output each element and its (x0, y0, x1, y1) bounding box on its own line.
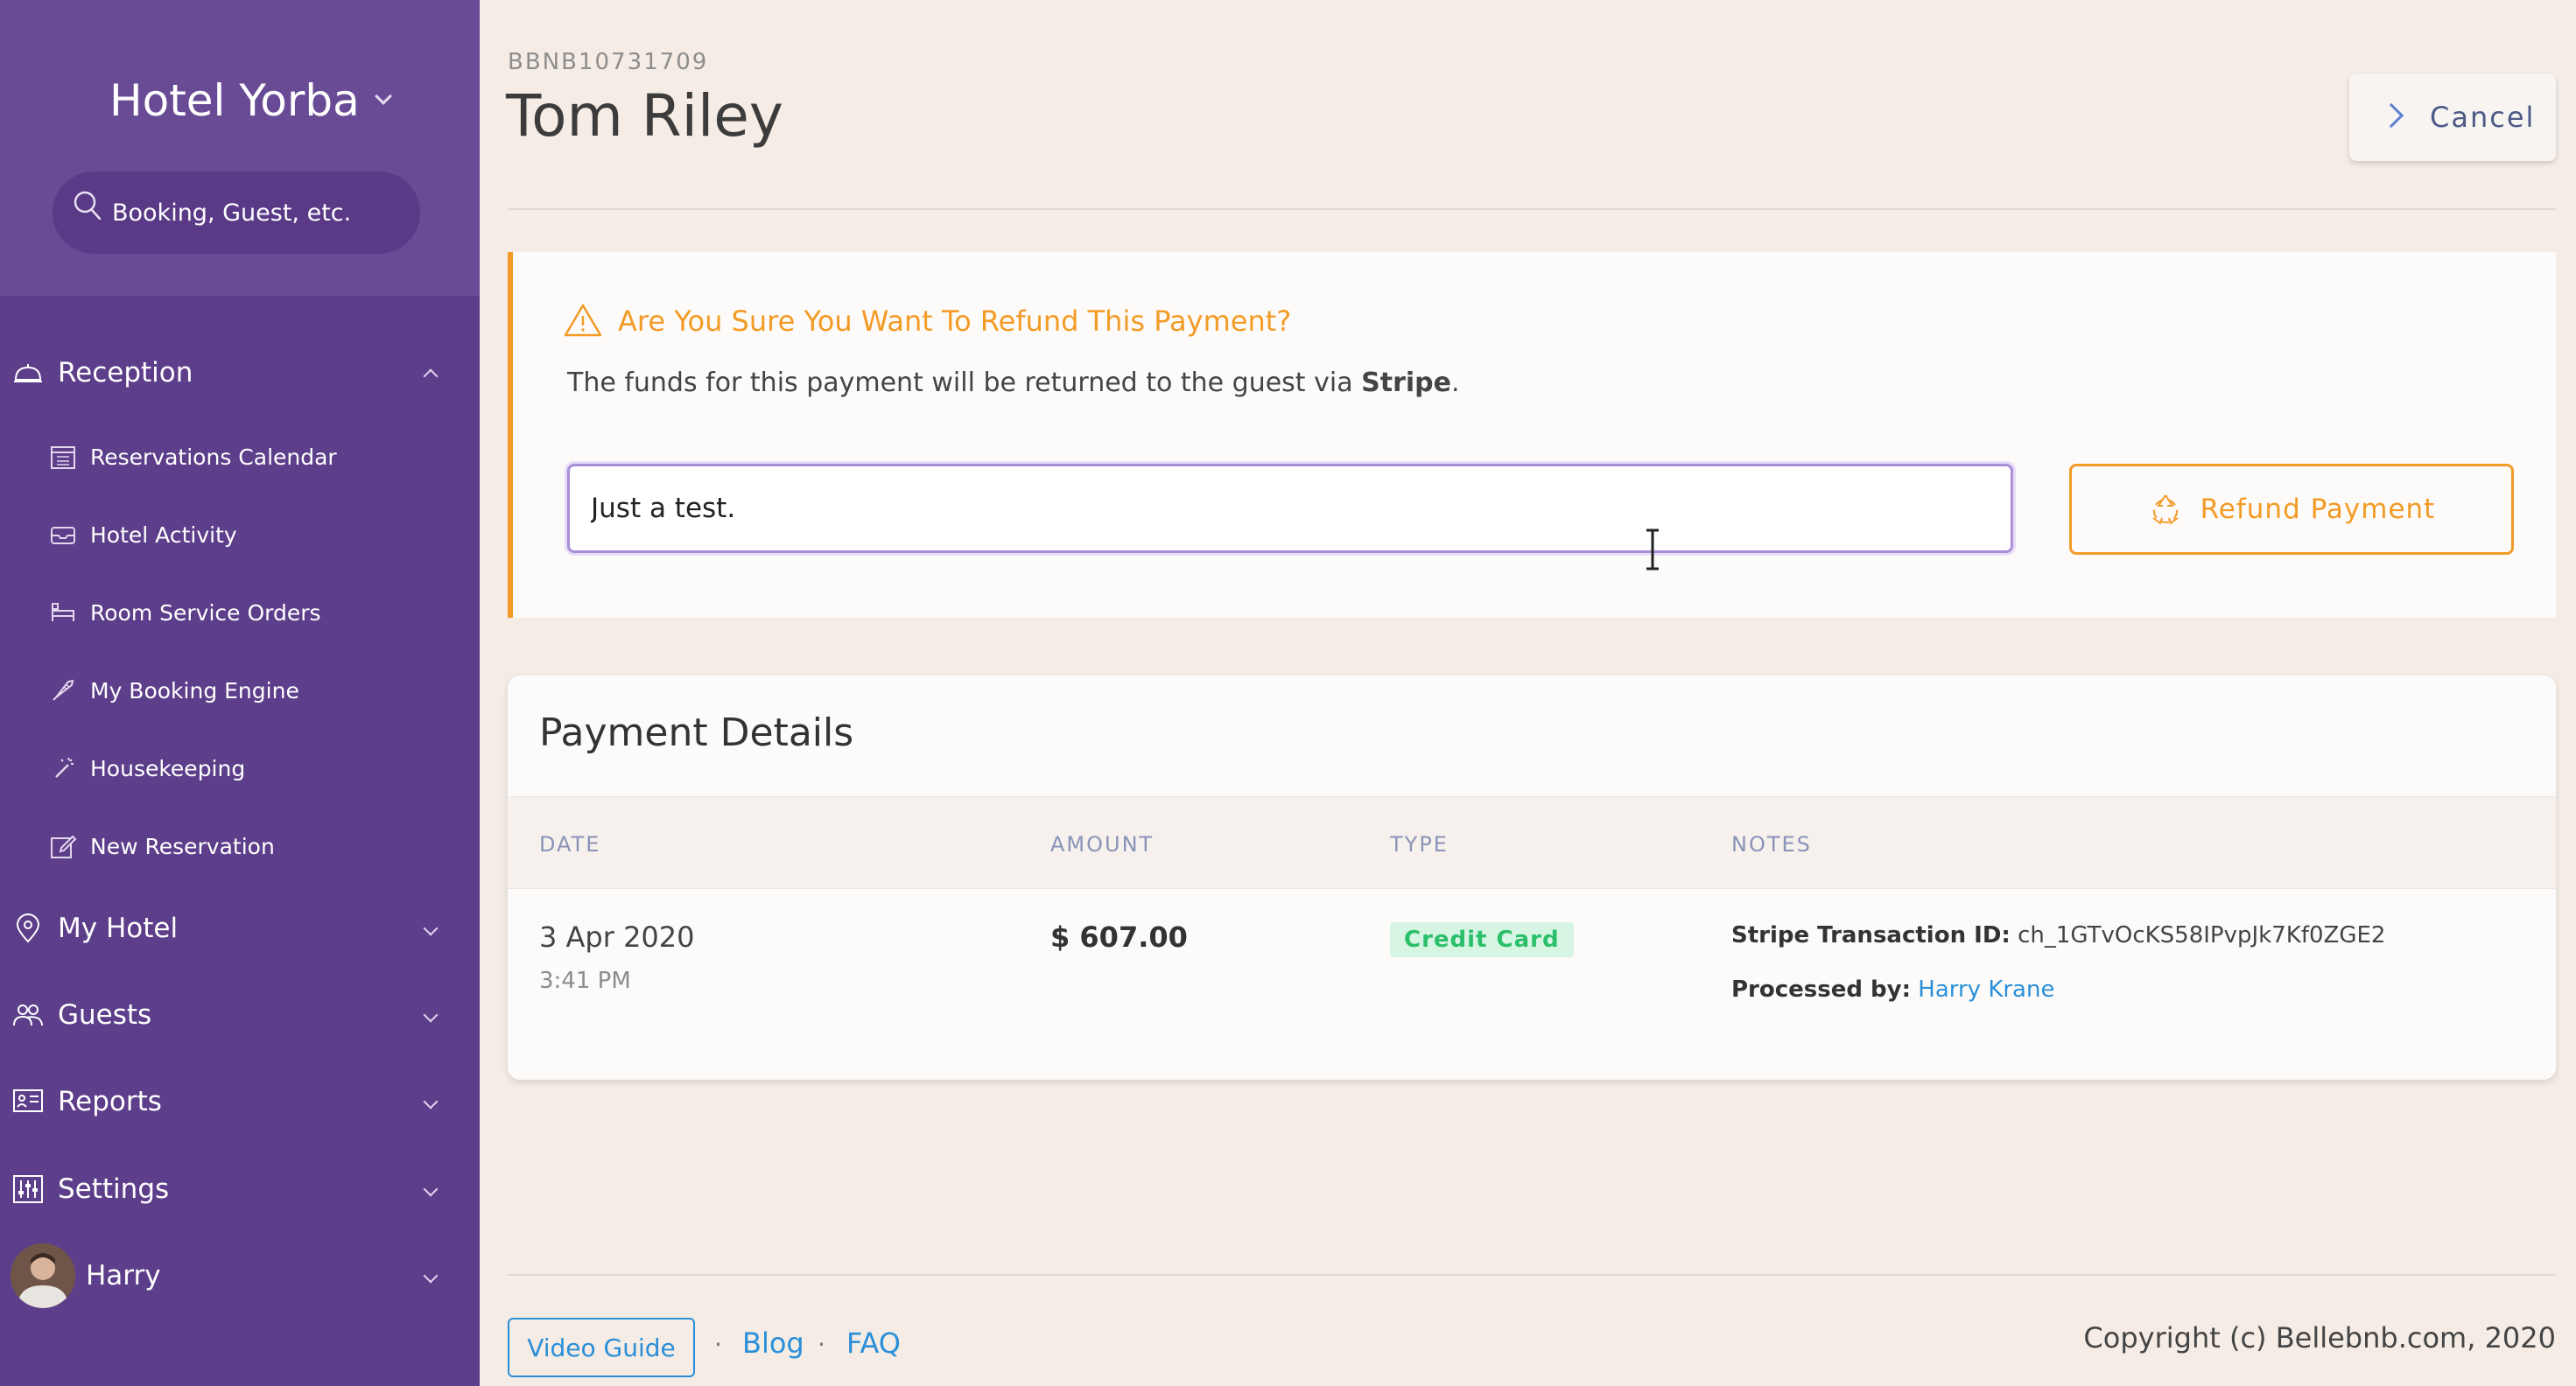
nav-section-my-hotel[interactable]: My Hotel (0, 902, 480, 955)
refund-reason-input[interactable] (567, 464, 2013, 553)
description-text: The funds for this payment will be retur… (567, 368, 1362, 398)
sidebar-item-label: Housekeeping (90, 755, 246, 781)
user-name: Harry (86, 1260, 161, 1292)
sidebar-item-my-booking-engine[interactable]: My Booking Engine (0, 666, 480, 715)
blog-link[interactable]: Blog (742, 1326, 804, 1360)
footer-separator: · (818, 1330, 825, 1359)
nav-section-reports[interactable]: Reports (0, 1075, 480, 1128)
processed-by-note: Processed by: Harry Krane (1731, 976, 2054, 1003)
sidebar-item-room-service-orders[interactable]: Room Service Orders (0, 588, 480, 637)
hotel-switcher[interactable]: Hotel Yorba (109, 75, 392, 126)
column-header-notes: NOTES (1731, 832, 1812, 857)
chevron-down-icon (423, 1094, 439, 1110)
edit-icon (51, 835, 77, 858)
sidebar-item-label: New Reservation (90, 833, 275, 859)
chevron-down-icon (423, 1181, 439, 1197)
footer-divider (508, 1274, 2556, 1276)
cancel-button-label: Cancel (2430, 101, 2536, 134)
nav-section-label: Reception (58, 357, 193, 388)
sidebar: Hotel Yorba Reception Reservation (0, 0, 480, 1386)
inbox-icon (51, 527, 75, 544)
users-icon (13, 1004, 43, 1026)
rocket-icon (53, 679, 74, 701)
search-input[interactable] (112, 199, 401, 227)
nav-section-guests[interactable]: Guests (0, 989, 480, 1041)
table-header: DATE AMOUNT TYPE NOTES (508, 796, 2556, 889)
refund-confirmation-panel: Are You Sure You Want To Refund This Pay… (508, 252, 2556, 618)
magic-wand-icon (55, 757, 74, 778)
search-icon (74, 191, 102, 220)
payment-date: 3 Apr 2020 (539, 920, 695, 954)
refund-confirmation-title: Are You Sure You Want To Refund This Pay… (618, 304, 1292, 338)
sidebar-item-label: Room Service Orders (90, 599, 321, 626)
payment-details-title: Payment Details (539, 710, 854, 755)
avatar-image (11, 1243, 75, 1308)
hotel-name: Hotel Yorba (109, 75, 360, 126)
chevron-up-icon (423, 368, 439, 384)
faq-link[interactable]: FAQ (846, 1326, 901, 1360)
chevron-down-icon (374, 88, 392, 105)
refund-payment-button[interactable]: Refund Payment (2069, 464, 2514, 555)
cancel-button[interactable]: Cancel (2349, 74, 2556, 161)
sliders-icon (13, 1175, 43, 1203)
description-suffix: . (1450, 368, 1460, 398)
payment-type-badge: Credit Card (1390, 922, 1574, 957)
sidebar-item-reservations-calendar[interactable]: Reservations Calendar (0, 432, 480, 481)
page-title: Tom Riley (506, 82, 783, 150)
processed-by-label: Processed by: (1731, 976, 1911, 1003)
text-cursor-icon (1646, 528, 1659, 570)
nav-section-reception[interactable]: Reception (0, 346, 480, 399)
nav-section-settings[interactable]: Settings (0, 1163, 480, 1215)
chevron-right-icon (2378, 102, 2404, 129)
sidebar-item-housekeeping[interactable]: Housekeeping (0, 744, 480, 793)
sidebar-item-label: Reservations Calendar (90, 444, 337, 470)
processed-by-link[interactable]: Harry Krane (1918, 976, 2054, 1003)
sidebar-item-hotel-activity[interactable]: Hotel Activity (0, 510, 480, 559)
stripe-label: Stripe Transaction ID: (1731, 922, 2011, 948)
video-guide-button[interactable]: Video Guide (508, 1318, 695, 1377)
nav-section-label: My Hotel (58, 913, 179, 944)
bed-icon (52, 603, 74, 621)
bell-icon (14, 364, 42, 382)
chevron-down-icon (423, 1268, 439, 1284)
refund-payment-label: Refund Payment (2200, 494, 2436, 525)
divider (508, 208, 2556, 210)
column-header-type: TYPE (1390, 832, 1449, 857)
calendar-icon (51, 446, 75, 469)
chevron-down-icon (423, 920, 439, 936)
nav-section-label: Reports (58, 1086, 162, 1117)
refund-confirmation-description: The funds for this payment will be retur… (567, 368, 1460, 398)
sidebar-header: Hotel Yorba (0, 0, 480, 296)
sidebar-item-label: Hotel Activity (90, 522, 237, 548)
payment-amount: $ 607.00 (1050, 920, 1188, 954)
payment-time: 3:41 PM (539, 968, 631, 994)
stripe-transaction-id: ch_1GTvOcKS58IPvpJk7Kf0ZGE2 (2018, 922, 2386, 948)
nav-section-label: Settings (58, 1173, 170, 1205)
payment-details-card: Payment Details DATE AMOUNT TYPE NOTES 3… (508, 676, 2556, 1080)
booking-reference: BBNB10731709 (508, 49, 709, 75)
sidebar-item-label: My Booking Engine (90, 677, 299, 704)
chevron-down-icon (423, 1007, 439, 1023)
footer-separator: · (714, 1330, 722, 1359)
warning-icon (564, 304, 602, 337)
column-header-amount: AMOUNT (1050, 832, 1155, 857)
recycle-icon (2152, 494, 2179, 525)
column-header-date: DATE (539, 832, 601, 857)
location-pin-icon (16, 914, 40, 943)
copyright: Copyright (c) Bellebnb.com, 2020 (2083, 1321, 2556, 1354)
report-icon (13, 1089, 43, 1112)
nav-section-label: Guests (58, 999, 152, 1031)
stripe-transaction-note: Stripe Transaction ID: ch_1GTvOcKS58IPvp… (1731, 922, 2385, 948)
sidebar-item-new-reservation[interactable]: New Reservation (0, 822, 480, 871)
payment-provider: Stripe (1361, 368, 1451, 398)
avatar (11, 1243, 75, 1308)
search-box[interactable] (53, 172, 420, 254)
nav-section-user[interactable]: Harry (0, 1243, 480, 1308)
